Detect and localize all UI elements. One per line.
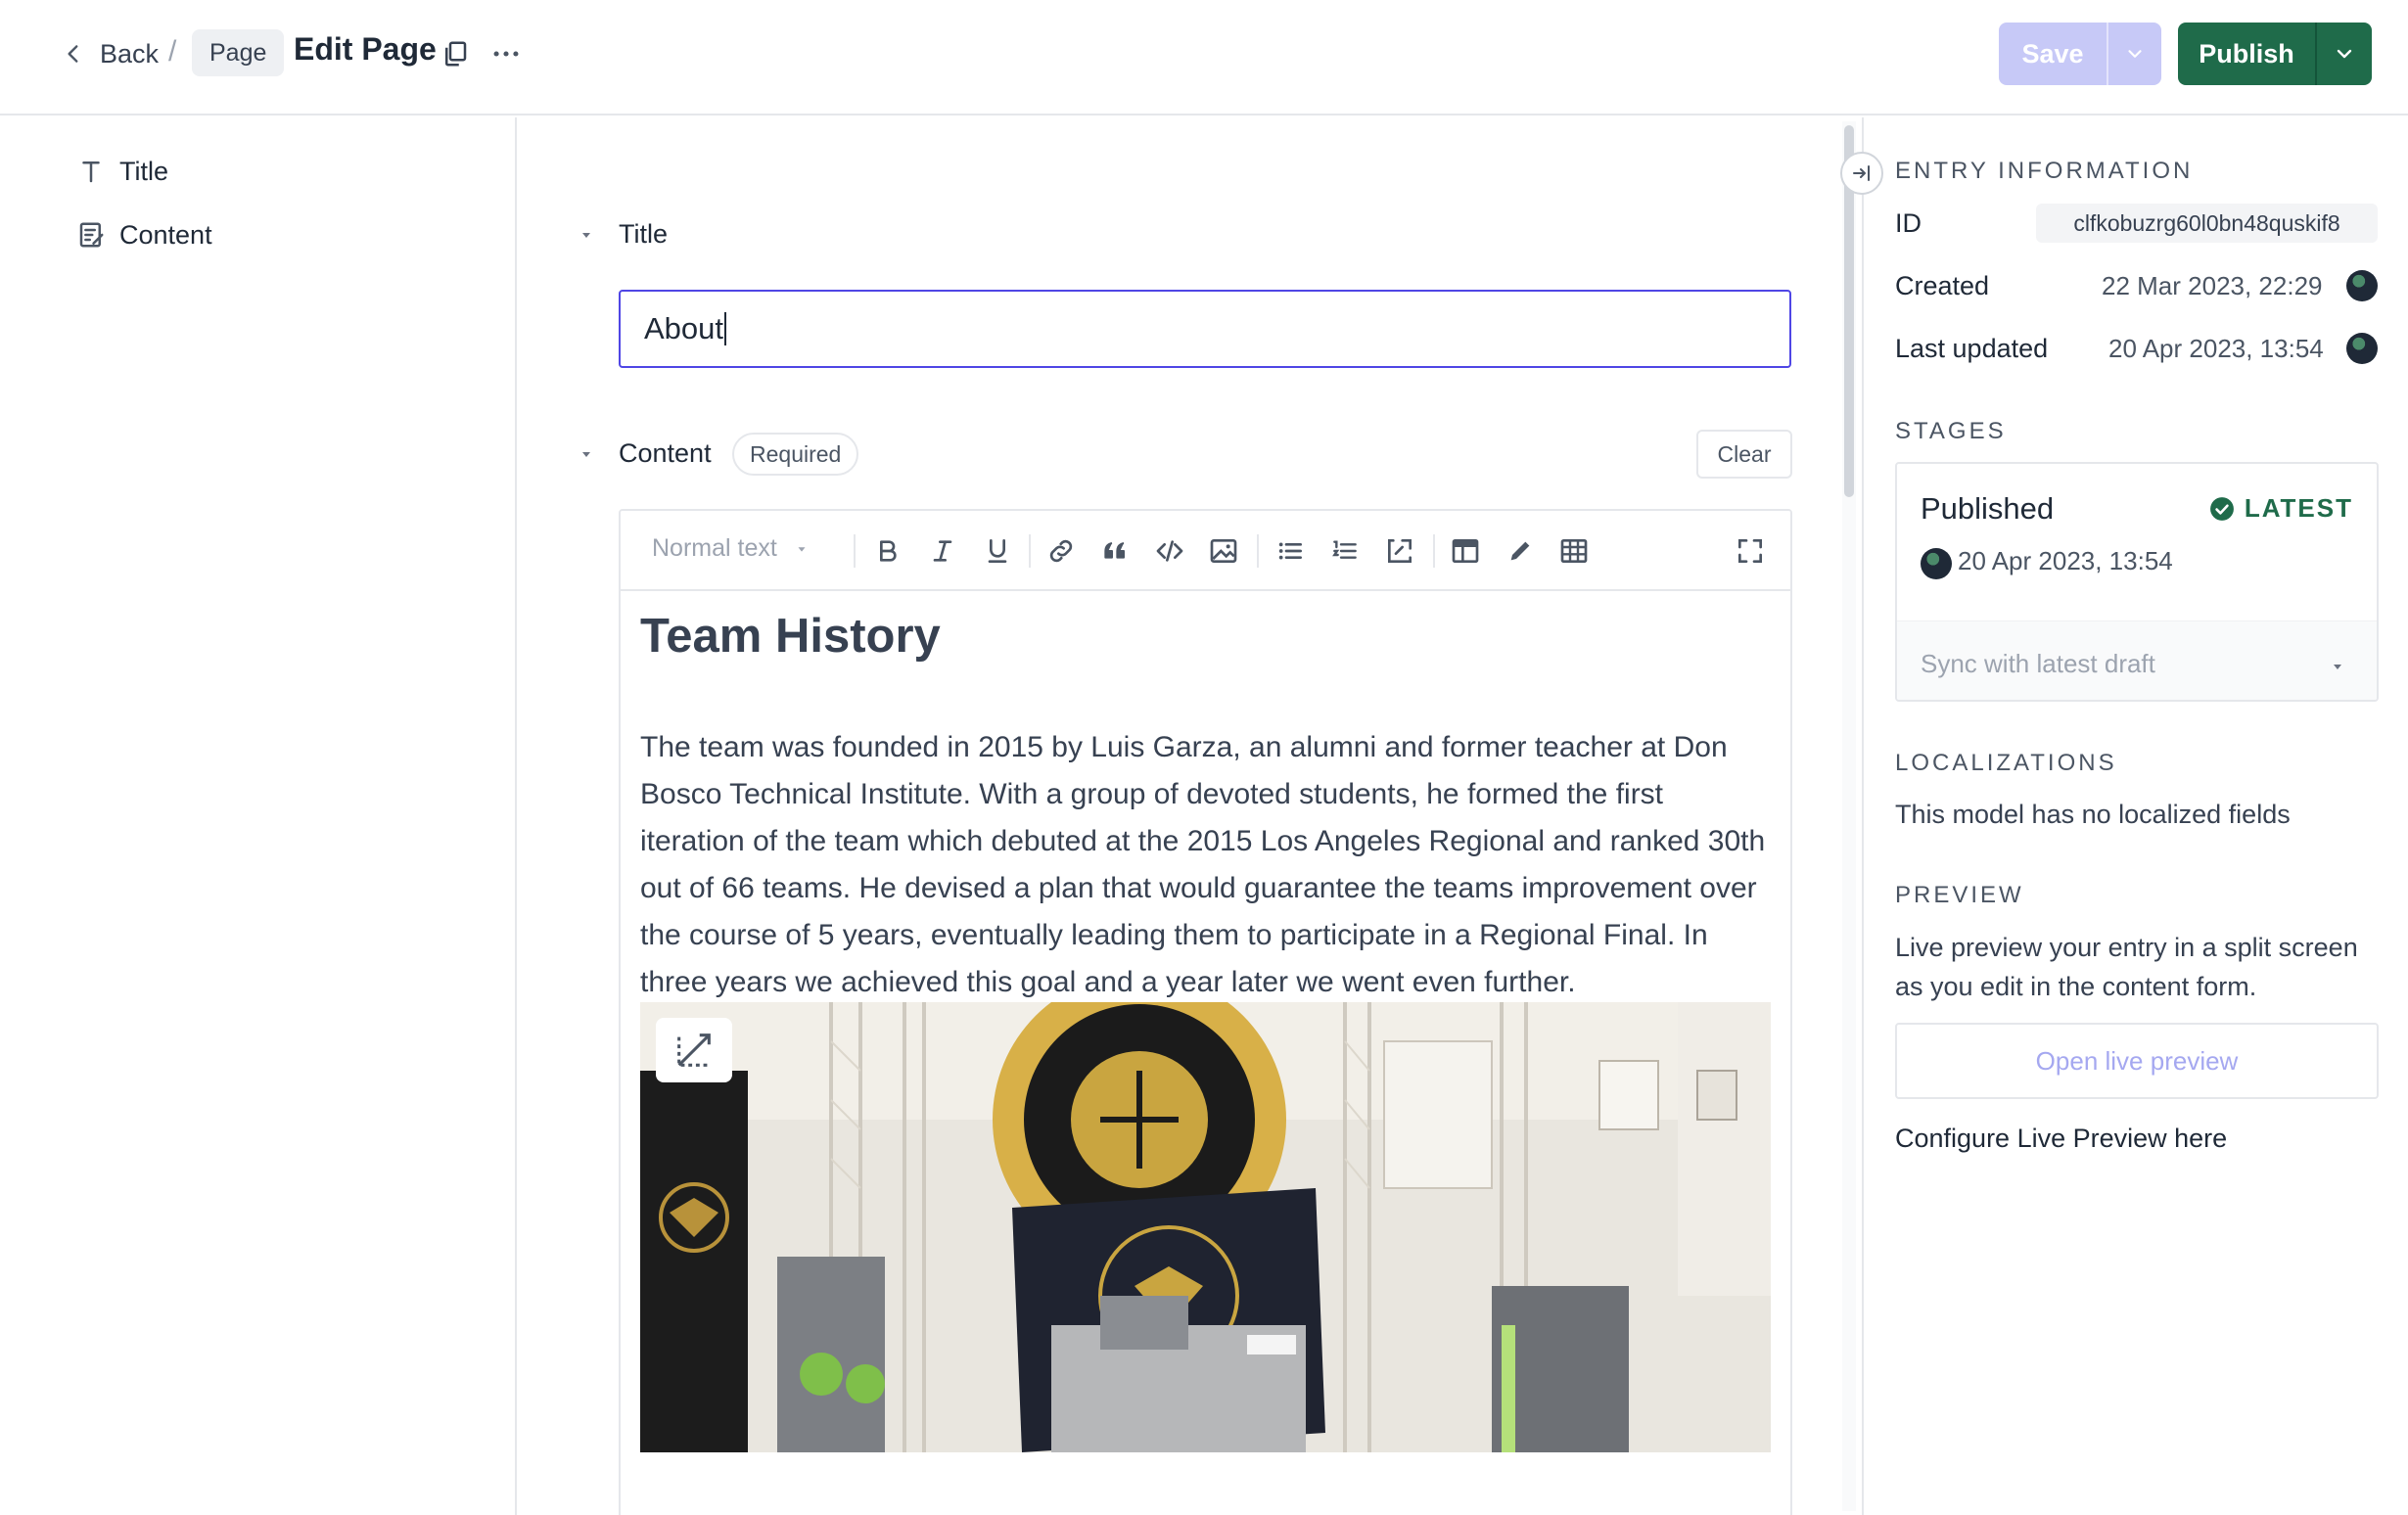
localizations-title: LOCALIZATIONS (1895, 750, 2117, 776)
embed-icon[interactable] (1450, 535, 1481, 567)
content-heading: Team History (640, 610, 941, 663)
chevron-left-icon (68, 45, 78, 63)
last-updated-label: Last updated (1895, 334, 2049, 363)
collapse-sidebar-button[interactable] (1840, 152, 1883, 195)
publish-button-group: Publish (2178, 23, 2372, 85)
chevron-down-icon (2128, 50, 2142, 58)
toolbar-divider (1257, 534, 1259, 568)
caret-down-icon (798, 546, 806, 552)
required-badge: Required (732, 433, 859, 476)
title-input-value: About (644, 311, 724, 345)
preview-description: Live preview your entry in a split scree… (1895, 933, 2358, 1001)
block-style-select[interactable]: Normal text (652, 534, 809, 563)
collapse-content-icon[interactable] (579, 446, 594, 462)
code-block-icon[interactable] (1384, 535, 1415, 567)
collapse-right-icon (1853, 165, 1870, 181)
content-field-label: Content (619, 438, 712, 468)
resize-icon (677, 1033, 711, 1067)
created-label: Created (1895, 271, 1990, 300)
table-icon[interactable] (1558, 535, 1590, 567)
robotics-team-photo (640, 1002, 1771, 1452)
avatar[interactable] (2346, 333, 2378, 364)
quote-icon[interactable] (1100, 535, 1132, 567)
avatar[interactable] (1921, 548, 1952, 579)
breadcrumb-separator: / (168, 35, 177, 68)
embedded-image[interactable] (640, 1002, 1771, 1452)
image-icon[interactable] (1208, 535, 1239, 567)
stage-name: Published (1921, 491, 2055, 526)
save-button-group: Save (1999, 23, 2161, 85)
nav-item-title[interactable]: Title (76, 152, 168, 191)
content-paragraph: The team was founded in 2015 by Luis Gar… (640, 731, 1766, 998)
numbered-list-icon[interactable] (1329, 535, 1361, 567)
stage-card: Published LATEST 20 Apr 2023, 13:54 Sync… (1895, 462, 2379, 702)
configure-live-preview-link[interactable]: Configure Live Preview here (1895, 1124, 2227, 1154)
clear-button[interactable]: Clear (1696, 430, 1792, 479)
text-type-icon (82, 161, 100, 183)
rich-text-icon (79, 222, 104, 248)
text-cursor (724, 312, 727, 345)
avatar[interactable] (2346, 270, 2378, 301)
check-circle-icon (2209, 496, 2234, 521)
nav-item-content[interactable]: Content (76, 215, 212, 254)
copy-icon[interactable] (440, 39, 470, 69)
editor-toolbar: Normal text (621, 511, 1790, 591)
entry-id[interactable]: clfkobuzrg60l0bn48quskif8 (2036, 204, 2378, 243)
fullscreen-icon[interactable] (1735, 535, 1766, 567)
more-options-icon[interactable] (489, 37, 523, 70)
publish-button[interactable]: Publish (2178, 23, 2315, 85)
latest-badge: LATEST (2209, 493, 2353, 524)
field-navigation (0, 117, 517, 1515)
last-updated-value: 20 Apr 2023, 13:54 (2108, 334, 2324, 363)
toolbar-divider (1029, 534, 1031, 568)
stages-title: STAGES (1895, 418, 2007, 444)
image-resize-button[interactable] (656, 1018, 732, 1082)
block-style-value: Normal text (652, 534, 777, 562)
italic-icon[interactable] (927, 535, 958, 567)
title-field-label: Title (619, 219, 669, 249)
stage-date: 20 Apr 2023, 13:54 (1958, 546, 2173, 575)
save-options-button[interactable] (2107, 23, 2161, 85)
localizations-text: This model has no localized fields (1895, 800, 2291, 829)
created-value: 22 Mar 2023, 22:29 (2102, 271, 2323, 300)
publish-options-button[interactable] (2315, 23, 2372, 85)
caret-down-icon (2334, 665, 2341, 669)
collapse-title-icon[interactable] (579, 227, 594, 243)
underline-icon[interactable] (982, 535, 1013, 567)
latest-label: LATEST (2244, 493, 2353, 523)
chevron-down-icon (2337, 49, 2352, 59)
nav-item-label: Title (119, 156, 169, 186)
top-header: Back / Page Edit Page Save Publish (0, 0, 2408, 115)
back-label: Back (100, 38, 160, 69)
toolbar-divider (854, 534, 856, 568)
bold-icon[interactable] (872, 535, 903, 567)
title-input[interactable]: About (619, 290, 1791, 368)
pen-icon[interactable] (1505, 535, 1536, 567)
bulleted-list-icon[interactable] (1274, 535, 1306, 567)
sync-with-latest-draft-select[interactable]: Sync with latest draft (1897, 620, 2377, 700)
id-label: ID (1895, 208, 1922, 238)
save-button[interactable]: Save (1999, 23, 2107, 85)
page-title: Edit Page (294, 31, 437, 67)
nav-item-label: Content (119, 219, 212, 250)
sync-label: Sync with latest draft (1921, 649, 2155, 678)
back-button[interactable]: Back (61, 29, 159, 78)
breadcrumb-page[interactable]: Page (192, 29, 285, 76)
preview-title: PREVIEW (1895, 882, 2024, 908)
code-icon[interactable] (1154, 535, 1185, 567)
entry-information-title: ENTRY INFORMATION (1895, 158, 2194, 184)
open-live-preview-button[interactable]: Open live preview (1895, 1023, 2379, 1099)
toolbar-divider (1433, 534, 1435, 568)
link-icon[interactable] (1045, 535, 1077, 567)
rich-text-editor[interactable]: Normal text Team History The team was fo… (619, 509, 1792, 1515)
